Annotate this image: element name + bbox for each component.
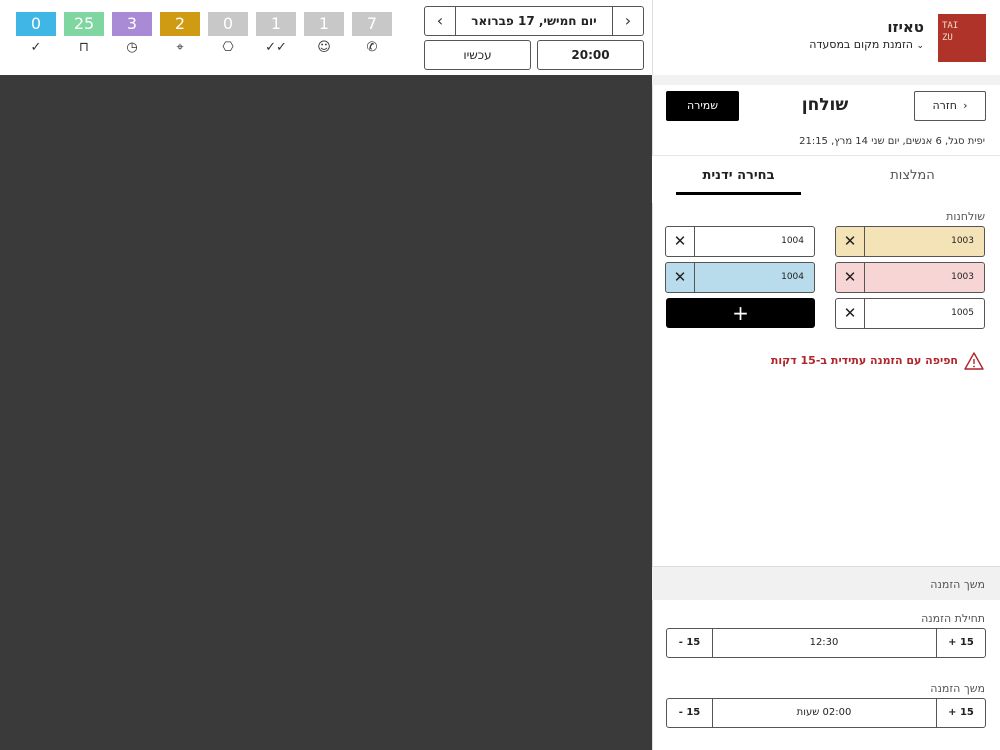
stat-count: 0: [16, 12, 56, 36]
remove-icon[interactable]: ✕: [836, 227, 865, 256]
add-table-button[interactable]: +: [666, 298, 815, 328]
plus-icon: +: [732, 301, 749, 325]
restaurant-subtitle[interactable]: הזמנת מקום במסעדה ⌄: [809, 38, 924, 51]
remove-icon[interactable]: ✕: [666, 227, 695, 256]
length-label: משך הזמנה: [930, 682, 985, 695]
stat-count: 0: [208, 12, 248, 36]
table-chip[interactable]: ✕ 1004: [665, 226, 815, 257]
back-label: חזרה: [932, 99, 957, 112]
stat-count: 1: [256, 12, 296, 36]
tab-manual[interactable]: בחירה ידנית: [676, 168, 801, 183]
tab-recommendations[interactable]: המלצות: [850, 168, 975, 183]
divider: [936, 699, 937, 727]
increment-button[interactable]: + 15: [937, 699, 985, 727]
date-label[interactable]: יום חמישי, 17 פברואר: [456, 7, 612, 35]
table-chip[interactable]: ✕ 1003: [835, 262, 985, 293]
location-pin-icon: ⌖: [160, 36, 200, 60]
restaurant-name: טאיזו: [887, 18, 924, 36]
clock-icon: ◷: [112, 36, 152, 60]
logo-text-1: TAI: [942, 21, 959, 31]
overlap-warning: חפיפה עם הזמנה עתידית ב-15 דקות: [770, 354, 958, 367]
page-title: שולחן: [801, 95, 849, 115]
stat-arrived[interactable]: 2 ⌖: [160, 12, 200, 62]
logo-text-2: ZU: [942, 33, 953, 43]
stat-seated[interactable]: 25 ⊓: [64, 12, 104, 62]
start-time-stepper: + 15 12:30 - 15: [666, 628, 986, 658]
table-number: 1003: [951, 236, 974, 246]
divider: [712, 629, 713, 657]
header-divider: [652, 75, 1000, 85]
stat-completed[interactable]: 1 ✓✓: [256, 12, 296, 62]
duration-stepper: + 15 02:00 שעות - 15: [666, 698, 986, 728]
start-label: תחילת הזמנה: [921, 612, 985, 625]
stat-happy[interactable]: 1 ☺: [304, 12, 344, 62]
check-icon: ✓: [16, 36, 56, 60]
table-number: 1004: [781, 272, 804, 282]
double-check-icon: ✓✓: [256, 36, 296, 60]
stat-count: 2: [160, 12, 200, 36]
warning-icon: [964, 352, 984, 370]
stat-gift[interactable]: 0 ⎔: [208, 12, 248, 62]
table-chip[interactable]: ✕ 1004: [665, 262, 815, 293]
phone-icon: ✆: [352, 36, 392, 60]
divider: [712, 699, 713, 727]
decrement-button[interactable]: - 15: [667, 699, 712, 727]
stat-confirmed[interactable]: 0 ✓: [16, 12, 56, 62]
table-icon: ⊓: [64, 36, 104, 60]
next-day-icon[interactable]: ›: [613, 7, 643, 35]
prev-day-icon[interactable]: ‹: [425, 7, 455, 35]
remove-icon[interactable]: ✕: [666, 263, 695, 292]
stat-count: 25: [64, 12, 104, 36]
remove-icon[interactable]: ✕: [836, 263, 865, 292]
back-button[interactable]: ‹ חזרה: [914, 91, 986, 121]
duration-section-title: משך הזמנה: [930, 578, 985, 591]
time-selector[interactable]: 20:00: [537, 40, 644, 70]
start-time-value: 12:30: [809, 637, 839, 648]
now-button[interactable]: עכשיו: [424, 40, 531, 70]
floor-plan-canvas[interactable]: [0, 75, 652, 750]
reservation-info: יפית סגל, 6 אנשים, יום שני 14 מרץ, 21:15: [799, 136, 985, 147]
stat-count: 3: [112, 12, 152, 36]
stat-count: 7: [352, 12, 392, 36]
increment-button[interactable]: + 15: [937, 629, 985, 657]
smiley-icon: ☺: [304, 36, 344, 60]
table-chip[interactable]: ✕ 1003: [835, 226, 985, 257]
remove-icon[interactable]: ✕: [836, 299, 865, 328]
date-selector: ‹ יום חמישי, 17 פברואר ›: [424, 6, 644, 36]
gift-icon: ⎔: [208, 36, 248, 60]
chevron-right-icon: ‹: [960, 99, 968, 112]
save-button[interactable]: שמירה: [666, 91, 739, 121]
duration-value: 02:00 שעות: [796, 707, 852, 718]
stat-count: 1: [304, 12, 344, 36]
stat-waiting[interactable]: 3 ◷: [112, 12, 152, 62]
chevron-down-icon: ⌄: [916, 41, 924, 51]
subtitle-text: הזמנת מקום במסעדה: [809, 38, 913, 51]
restaurant-logo: TAI ZU: [938, 14, 986, 62]
tables-label: שולחנות: [946, 210, 985, 223]
table-number: 1005: [951, 308, 974, 318]
decrement-button[interactable]: - 15: [667, 629, 712, 657]
divider: [936, 629, 937, 657]
table-number: 1004: [781, 236, 804, 246]
stat-phone[interactable]: 7 ✆: [352, 12, 392, 62]
table-chip[interactable]: ✕ 1005: [835, 298, 985, 329]
table-number: 1003: [951, 272, 974, 282]
tab-active-indicator: [676, 192, 801, 195]
